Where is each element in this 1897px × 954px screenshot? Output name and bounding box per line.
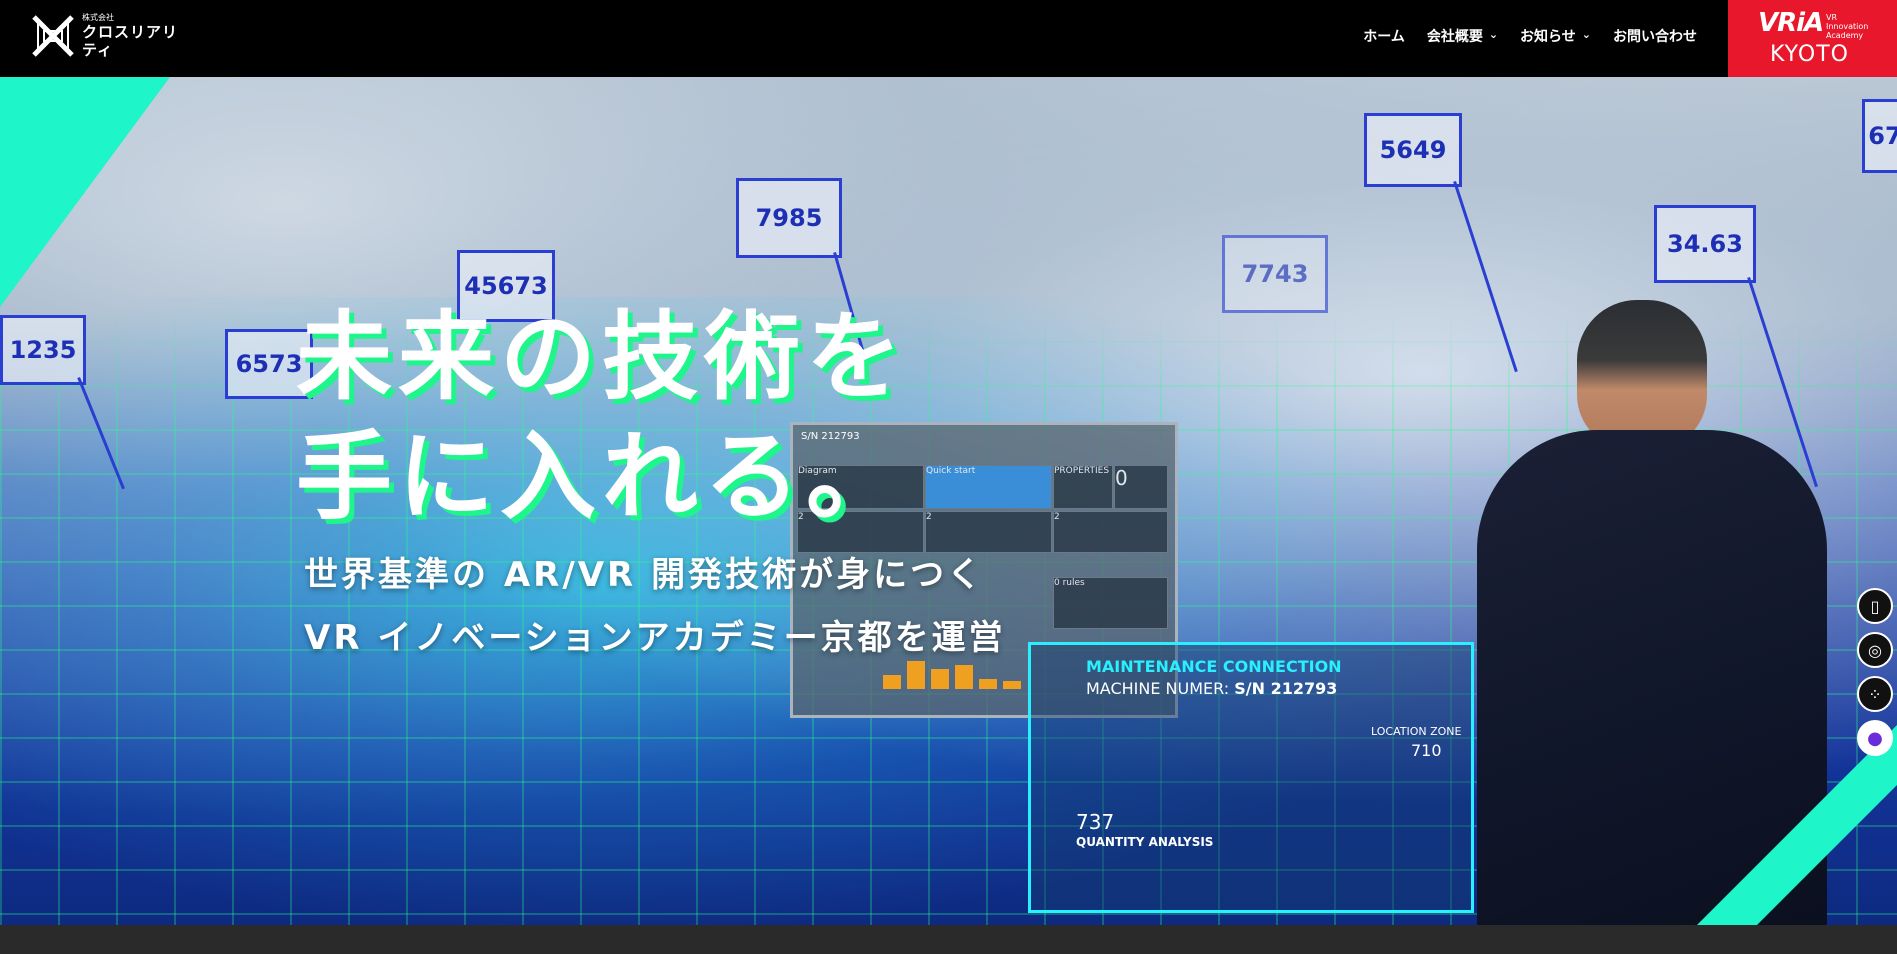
section-divider (0, 925, 1897, 954)
nav-home[interactable]: ホーム (1363, 26, 1405, 46)
panel-cell: 2 (1053, 511, 1168, 553)
bot-icon[interactable]: ● (1857, 720, 1893, 756)
maintenance-hologram: MAINTENANCE CONNECTION MACHINE NUMER: S/… (1028, 642, 1474, 913)
xr-logo-icon (30, 13, 76, 59)
quantity-label: QUANTITY ANALYSIS (1076, 835, 1214, 849)
location-label: LOCATION ZONE (1371, 725, 1462, 738)
chart-bar (979, 679, 997, 689)
hero-section: 1235 6573 45673 7985 5649 34.63 7743 67 … (0, 77, 1897, 925)
maintenance-machine: MACHINE NUMER: S/N 212793 (1086, 679, 1338, 698)
hero-subline-1: 世界基準の AR/VR 開発技術が身につく (304, 555, 985, 595)
maintenance-title: MAINTENANCE CONNECTION (1086, 657, 1342, 676)
nav-news[interactable]: お知らせ ⌄ (1520, 26, 1591, 46)
headline-line-2: 手に入れる。 (296, 421, 908, 533)
company-logo[interactable]: 株式会社 クロスリアリティ (30, 12, 190, 60)
book-icon[interactable]: ▯ (1857, 588, 1893, 624)
grid-icon[interactable]: ⁘ (1857, 676, 1893, 712)
location-value: 710 (1411, 741, 1442, 760)
hero-headline: 未来の技術を 手に入れる。 (296, 297, 908, 537)
chart-bar (1003, 681, 1021, 689)
chart-bar (883, 675, 901, 689)
nav-contact[interactable]: お問い合わせ (1613, 26, 1697, 46)
data-tag: 7985 (736, 178, 842, 258)
main-nav: ホーム 会社概要 ⌄ お知らせ ⌄ お問い合わせ (1363, 26, 1697, 46)
panel-cell: 0 rules (1053, 577, 1168, 629)
company-name: クロスリアリティ (82, 23, 179, 59)
data-tag: 34.63 (1654, 205, 1756, 283)
site-header: 株式会社 クロスリアリティ ホーム 会社概要 ⌄ お知らせ ⌄ お問い合わせ VRi… (0, 0, 1897, 77)
panel-cell: PROPERTIES (1053, 465, 1113, 509)
data-tag: 67 (1862, 99, 1897, 173)
headline-line-1: 未来の技術を (296, 301, 908, 413)
chart-bar (907, 661, 925, 689)
chart-bar (955, 665, 973, 689)
panel-cell: 0 (1114, 465, 1168, 509)
panel-bar-chart (883, 661, 1021, 689)
quantity-value: 737 (1076, 810, 1115, 834)
hero-subline-2: VR イノベーションアカデミー京都を運営 (304, 618, 1006, 658)
nav-company[interactable]: 会社概要 ⌄ (1427, 26, 1498, 46)
data-tag: 7743 (1222, 235, 1328, 313)
company-type: 株式会社 (82, 13, 114, 22)
vria-subtitle: VR Innovation Academy (1826, 13, 1869, 40)
chevron-down-icon: ⌄ (1581, 27, 1591, 41)
vria-kyoto-badge[interactable]: VRiA VR Innovation Academy KYOTO (1728, 0, 1897, 77)
data-tag: 5649 (1364, 113, 1462, 187)
panel-cell: Quick start (925, 465, 1052, 509)
vria-logo: VRiA (1758, 8, 1824, 38)
chart-bar (931, 669, 949, 689)
floating-side-menu: ▯ ◎ ⁘ ● (1857, 588, 1897, 764)
accent-corner-top-left (0, 77, 170, 307)
podcast-icon[interactable]: ◎ (1857, 632, 1893, 668)
chevron-down-icon: ⌄ (1488, 27, 1499, 41)
vria-city: KYOTO (1770, 42, 1849, 67)
data-tag: 1235 (0, 315, 86, 385)
